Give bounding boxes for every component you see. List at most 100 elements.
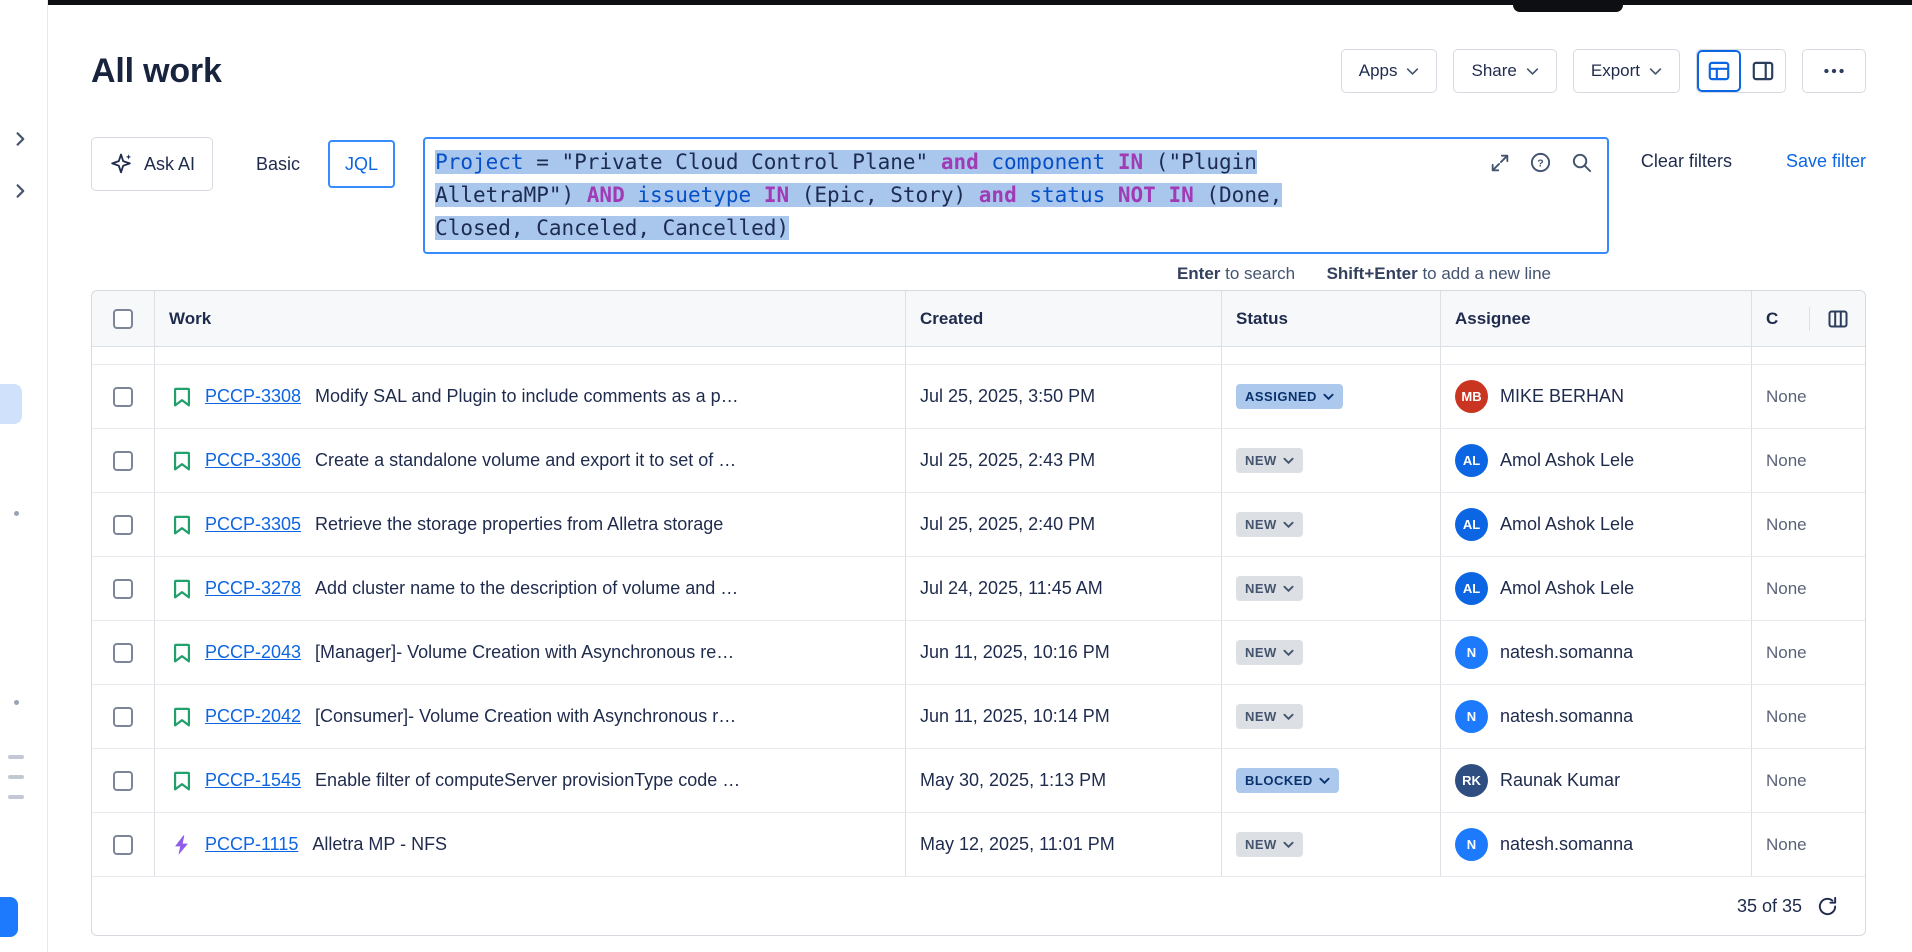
issue-summary[interactable]: Enable filter of computeServer provision… bbox=[315, 770, 740, 791]
created-cell: Jun 11, 2025, 10:16 PM bbox=[906, 621, 1222, 684]
status-badge[interactable]: NEW bbox=[1236, 704, 1303, 729]
status-badge[interactable]: NEW bbox=[1236, 512, 1303, 537]
avatar: AL bbox=[1455, 508, 1488, 541]
columns-settings-button[interactable] bbox=[1809, 307, 1865, 331]
more-button[interactable] bbox=[1802, 49, 1866, 93]
created-cell: Jul 25, 2025, 2:40 PM bbox=[906, 493, 1222, 556]
scrolled-row-fragment bbox=[92, 347, 1865, 365]
row-checkbox[interactable] bbox=[113, 579, 133, 599]
issue-summary[interactable]: Modify SAL and Plugin to include comment… bbox=[315, 386, 739, 407]
jql-query-input[interactable]: Project = "Private Cloud Control Plane" … bbox=[423, 137, 1609, 254]
extra-cell: None bbox=[1752, 685, 1865, 748]
row-checkbox[interactable] bbox=[113, 515, 133, 535]
col-header-extra-wrap: C bbox=[1752, 291, 1865, 346]
issue-summary[interactable]: Create a standalone volume and export it… bbox=[315, 450, 736, 471]
extra-cell: None bbox=[1752, 621, 1865, 684]
jql-mode-button[interactable]: JQL bbox=[328, 140, 395, 188]
col-header-work[interactable]: Work bbox=[155, 291, 906, 346]
status-badge[interactable]: NEW bbox=[1236, 832, 1303, 857]
sidebar-active-item[interactable] bbox=[0, 384, 22, 424]
issue-key-link[interactable]: PCCP-3306 bbox=[205, 450, 301, 471]
issue-summary[interactable]: [Consumer]- Volume Creation with Asynchr… bbox=[315, 706, 736, 727]
row-checkbox[interactable] bbox=[113, 643, 133, 663]
created-cell: May 30, 2025, 1:13 PM bbox=[906, 749, 1222, 812]
sidebar-expand-icon[interactable] bbox=[12, 130, 30, 148]
assignee-cell: Nnatesh.somanna bbox=[1441, 685, 1752, 748]
row-count: 35 of 35 bbox=[1737, 896, 1802, 917]
status-badge[interactable]: ASSIGNED bbox=[1236, 384, 1343, 409]
status-badge[interactable]: BLOCKED bbox=[1236, 768, 1339, 793]
extra-cell: None bbox=[1752, 365, 1865, 428]
work-cell: PCCP-2043 [Manager]- Volume Creation with… bbox=[155, 621, 906, 684]
export-button[interactable]: Export bbox=[1573, 49, 1680, 93]
svg-text:?: ? bbox=[1537, 157, 1543, 169]
issue-key-link[interactable]: PCCP-3278 bbox=[205, 578, 301, 599]
row-select-cell bbox=[92, 493, 155, 556]
story-icon bbox=[169, 640, 195, 666]
chevron-down-icon bbox=[1283, 585, 1294, 593]
ask-ai-label: Ask AI bbox=[144, 154, 195, 175]
ask-ai-button[interactable]: Ask AI bbox=[91, 137, 213, 191]
row-checkbox[interactable] bbox=[113, 707, 133, 727]
issue-key-link[interactable]: PCCP-2043 bbox=[205, 642, 301, 663]
row-select-cell bbox=[92, 813, 155, 876]
table-row: PCCP-1115Alletra MP - NFSMay 12, 2025, 1… bbox=[92, 813, 1865, 877]
issue-summary[interactable]: Add cluster name to the description of v… bbox=[315, 578, 738, 599]
row-checkbox[interactable] bbox=[113, 387, 133, 407]
issue-key-link[interactable]: PCCP-1115 bbox=[205, 834, 298, 855]
row-select-cell bbox=[92, 429, 155, 492]
assignee-cell: Nnatesh.somanna bbox=[1441, 621, 1752, 684]
issue-key-link[interactable]: PCCP-1545 bbox=[205, 770, 301, 791]
detail-view-button[interactable] bbox=[1741, 50, 1785, 92]
table-row: PCCP-3305 Retrieve the storage properties… bbox=[92, 493, 1865, 557]
issue-key-link[interactable]: PCCP-3305 bbox=[205, 514, 301, 535]
col-header-extra[interactable]: C bbox=[1752, 309, 1809, 329]
issue-summary[interactable]: Alletra MP - NFS bbox=[312, 834, 447, 855]
col-header-status[interactable]: Status bbox=[1222, 291, 1441, 346]
avatar: N bbox=[1455, 828, 1488, 861]
toolbar: Apps Share Export bbox=[1341, 49, 1866, 93]
select-all-cell bbox=[92, 291, 155, 346]
chevron-down-icon bbox=[1283, 521, 1294, 529]
col-header-assignee[interactable]: Assignee bbox=[1441, 291, 1752, 346]
ask-ai-icon bbox=[109, 152, 133, 176]
col-header-created[interactable]: Created bbox=[906, 291, 1222, 346]
share-button[interactable]: Share bbox=[1453, 49, 1556, 93]
story-icon bbox=[169, 704, 195, 730]
sidebar-expand-icon[interactable] bbox=[12, 182, 30, 200]
save-filter-button[interactable]: Save filter bbox=[1786, 151, 1866, 172]
status-badge[interactable]: NEW bbox=[1236, 640, 1303, 665]
status-badge[interactable]: NEW bbox=[1236, 448, 1303, 473]
status-cell: NEW bbox=[1222, 493, 1441, 556]
columns-settings-icon bbox=[1826, 307, 1850, 331]
sidebar-item-mark bbox=[8, 775, 24, 779]
work-table: Work Created Status Assignee C PCCP-3308… bbox=[91, 290, 1866, 936]
issue-key-link[interactable]: PCCP-2042 bbox=[205, 706, 301, 727]
share-button-label: Share bbox=[1471, 61, 1516, 81]
extra-cell: None bbox=[1752, 813, 1865, 876]
row-select-cell bbox=[92, 557, 155, 620]
apps-button[interactable]: Apps bbox=[1341, 49, 1438, 93]
search-icon[interactable] bbox=[1570, 151, 1593, 174]
help-icon[interactable]: ? bbox=[1529, 151, 1552, 174]
expand-icon[interactable] bbox=[1489, 152, 1511, 174]
row-checkbox[interactable] bbox=[113, 835, 133, 855]
status-badge[interactable]: NEW bbox=[1236, 576, 1303, 601]
work-cell: PCCP-3306 Create a standalone volume and … bbox=[155, 429, 906, 492]
issue-key-link[interactable]: PCCP-3308 bbox=[205, 386, 301, 407]
table-view-button[interactable] bbox=[1697, 50, 1741, 92]
basic-mode-button[interactable]: Basic bbox=[242, 137, 314, 191]
clear-filters-button[interactable]: Clear filters bbox=[1641, 151, 1732, 172]
page-header: All work Apps Share Export bbox=[91, 48, 1866, 94]
avatar: N bbox=[1455, 700, 1488, 733]
assignee-name: natesh.somanna bbox=[1500, 642, 1633, 663]
select-all-checkbox[interactable] bbox=[113, 309, 133, 329]
row-checkbox[interactable] bbox=[113, 771, 133, 791]
issue-summary[interactable]: [Manager]- Volume Creation with Asynchro… bbox=[315, 642, 734, 663]
table-row: PCCP-3308 Modify SAL and Plugin to includ… bbox=[92, 365, 1865, 429]
issue-summary[interactable]: Retrieve the storage properties from All… bbox=[315, 514, 723, 535]
row-checkbox[interactable] bbox=[113, 451, 133, 471]
refresh-button[interactable] bbox=[1816, 895, 1839, 918]
assignee-cell: ALAmol Ashok Lele bbox=[1441, 557, 1752, 620]
assignee-name: Amol Ashok Lele bbox=[1500, 450, 1634, 471]
